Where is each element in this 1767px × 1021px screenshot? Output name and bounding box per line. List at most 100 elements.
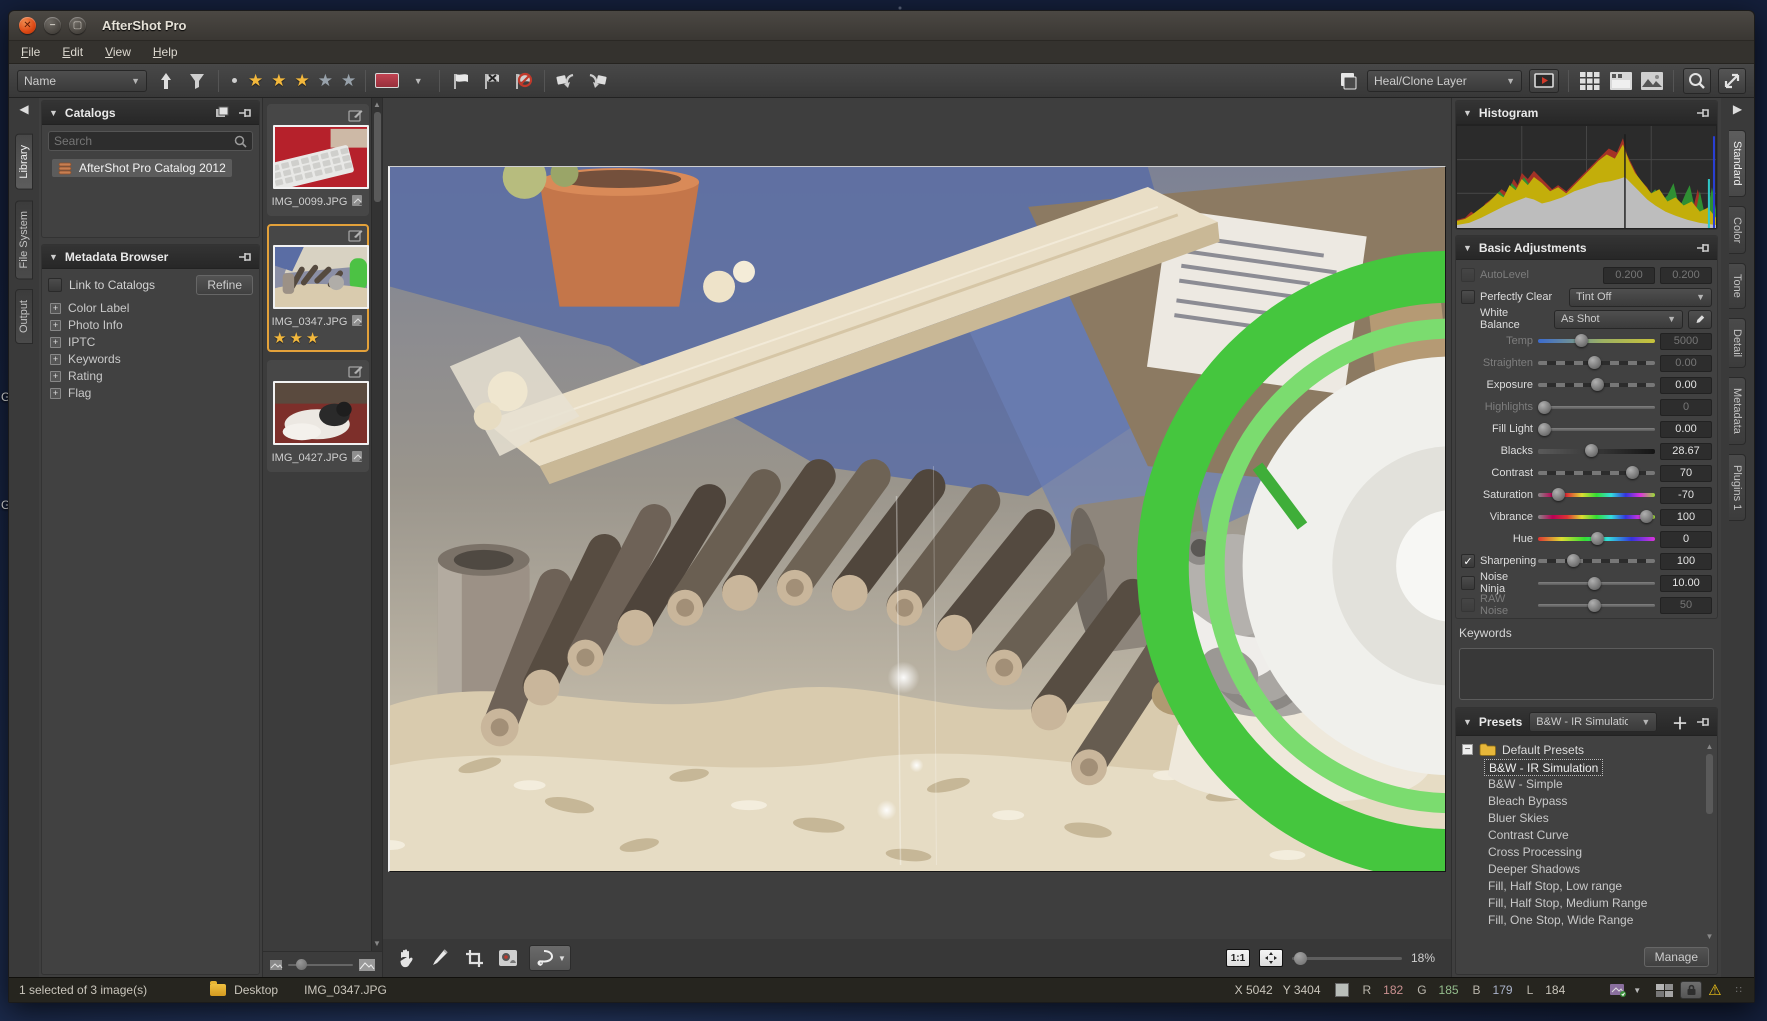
perfectly-clear-dropdown[interactable]: Tint Off ▼ (1569, 288, 1712, 307)
preset-item[interactable]: Cross Processing (1484, 844, 1704, 861)
display-profile-icon[interactable] (1609, 983, 1627, 998)
pin-icon[interactable] (238, 107, 252, 119)
menu-item-view[interactable]: View (105, 45, 131, 59)
slider-knob[interactable] (1588, 356, 1601, 369)
slider-knob[interactable] (1585, 444, 1598, 457)
fill-light-value[interactable]: 0.00 (1660, 421, 1712, 438)
current-folder[interactable]: Desktop (234, 983, 278, 997)
rating-star-icon[interactable]: ★ (248, 72, 263, 89)
expand-icon[interactable]: + (50, 320, 61, 331)
pin-icon[interactable] (1696, 242, 1710, 254)
histogram-header[interactable]: ▼ Histogram (1456, 101, 1717, 125)
scroll-up-icon[interactable]: ▲ (373, 100, 381, 110)
temp-slider[interactable] (1538, 339, 1655, 343)
collapse-tree-icon[interactable]: − (1462, 744, 1473, 755)
straighten-slider[interactable] (1538, 361, 1655, 365)
saturation-value[interactable]: -70 (1660, 487, 1712, 504)
straighten-value[interactable]: 0.00 (1660, 355, 1712, 372)
presets-scrollbar[interactable]: ▲ ▼ (1704, 740, 1715, 944)
collapse-section-icon[interactable]: ▼ (49, 252, 58, 262)
slider-knob[interactable] (1575, 334, 1588, 347)
exposure-value[interactable]: 0.00 (1660, 377, 1712, 394)
expand-icon[interactable]: + (50, 371, 61, 382)
filmstrip-view-icon[interactable] (1609, 69, 1633, 93)
rating-stars[interactable]: ★★★★★ (248, 72, 356, 89)
thumbnail-image[interactable] (273, 125, 369, 189)
tab-tone[interactable]: Tone (1729, 263, 1746, 309)
catalog-search-box[interactable] (48, 131, 253, 151)
contrast-slider[interactable] (1538, 471, 1655, 475)
fullscreen-icon[interactable] (1718, 68, 1746, 94)
slideshow-icon[interactable] (1529, 69, 1559, 93)
edit-badge-icon[interactable] (348, 365, 363, 381)
catalog-item[interactable]: AfterShot Pro Catalog 2012 (52, 159, 232, 177)
sharpening-slider[interactable] (1538, 559, 1655, 563)
thumbnail-cell[interactable]: IMG_0347.JPG★★★ (267, 224, 369, 352)
slider-knob[interactable] (1552, 488, 1565, 501)
rotate-right-icon[interactable] (585, 69, 609, 93)
menu-item-help[interactable]: Help (153, 45, 178, 59)
preset-item[interactable]: B&W - Simple (1484, 776, 1704, 793)
presets-header[interactable]: ▼ Presets B&W - IR Simulation ▼ ＋ (1456, 708, 1717, 736)
color-label-button[interactable] (375, 69, 399, 93)
manage-presets-button[interactable]: Manage (1644, 947, 1709, 967)
preset-item[interactable]: Fill, One Stop, Wide Range (1484, 912, 1704, 929)
refine-button[interactable]: Refine (196, 275, 253, 295)
zoom-fit-button[interactable] (1259, 949, 1283, 967)
tab-output[interactable]: Output (15, 289, 33, 344)
saturation-slider[interactable] (1538, 493, 1655, 497)
thumbnail-image[interactable] (273, 381, 369, 445)
noise-ninja-value[interactable]: 10.00 (1660, 575, 1712, 592)
large-thumbnails-icon[interactable] (358, 958, 376, 972)
magnifier-icon[interactable] (1683, 68, 1711, 94)
scrollbar-thumb[interactable] (1706, 754, 1713, 814)
edit-badge-icon[interactable] (348, 229, 363, 245)
titlebar[interactable]: ✕ − ▢ AfterShot Pro (9, 11, 1754, 41)
raw-noise-value[interactable]: 50 (1660, 597, 1712, 614)
thumbnail-scrollbar[interactable]: ▲ ▼ (371, 98, 382, 951)
close-button[interactable]: ✕ (19, 17, 36, 34)
rating-star-icon[interactable]: ★ (295, 72, 310, 89)
rating-star-icon[interactable]: ★ (271, 72, 286, 89)
resize-grip[interactable]: ∷ (1736, 985, 1744, 996)
menu-item-file[interactable]: File (21, 45, 40, 59)
pan-hand-tool[interactable] (393, 945, 419, 971)
temp-value[interactable]: 5000 (1660, 333, 1712, 350)
filter-funnel-icon[interactable] (185, 69, 209, 93)
pin-icon[interactable] (1696, 716, 1710, 728)
catalogs-panel-header[interactable]: ▼ Catalogs (42, 101, 259, 125)
tab-file-system[interactable]: File System (15, 200, 33, 279)
tab-library[interactable]: Library (15, 134, 33, 190)
metadata-browser-header[interactable]: ▼ Metadata Browser (42, 245, 259, 269)
tab-color[interactable]: Color (1729, 206, 1746, 254)
pin-icon[interactable] (1696, 107, 1710, 119)
tab-detail[interactable]: Detail (1729, 318, 1746, 368)
vibrance-slider[interactable] (1538, 515, 1655, 519)
fill-light-slider[interactable] (1538, 428, 1655, 431)
highlights-value[interactable]: 0 (1660, 399, 1712, 416)
dual-image-icon[interactable] (1655, 983, 1674, 998)
preset-folder-row[interactable]: − Default Presets (1462, 740, 1704, 759)
lasso-selection-tool[interactable]: ▼ (529, 945, 571, 971)
minimize-button[interactable]: − (44, 17, 61, 34)
rating-star-icon[interactable]: ★ (318, 72, 333, 89)
collapse-section-icon[interactable]: ▼ (1463, 108, 1472, 118)
metadata-item-flag[interactable]: +Flag (50, 386, 251, 400)
zoom-slider-knob[interactable] (1294, 952, 1307, 965)
raw-noise-checkbox[interactable] (1461, 598, 1475, 612)
slider-knob[interactable] (1626, 466, 1639, 479)
slider-knob[interactable] (1588, 599, 1601, 612)
metadata-item-photo-info[interactable]: +Photo Info (50, 318, 251, 332)
slider-knob[interactable] (1538, 401, 1551, 414)
white-balance-dropdown[interactable]: As Shot ▼ (1554, 310, 1683, 329)
thumbnail-cell[interactable]: IMG_0099.JPG (267, 104, 369, 216)
slider-knob[interactable] (1567, 554, 1580, 567)
scroll-down-icon[interactable]: ▼ (1706, 932, 1714, 942)
thumbnail-image[interactable] (273, 245, 369, 309)
sort-ascending-icon[interactable] (154, 69, 178, 93)
slider-knob[interactable] (296, 959, 307, 970)
preset-item[interactable]: Bluer Skies (1484, 810, 1704, 827)
noise-ninja-slider[interactable] (1538, 582, 1655, 585)
thumbnail-size-slider[interactable] (288, 964, 353, 966)
layers-icon[interactable] (1336, 69, 1360, 93)
